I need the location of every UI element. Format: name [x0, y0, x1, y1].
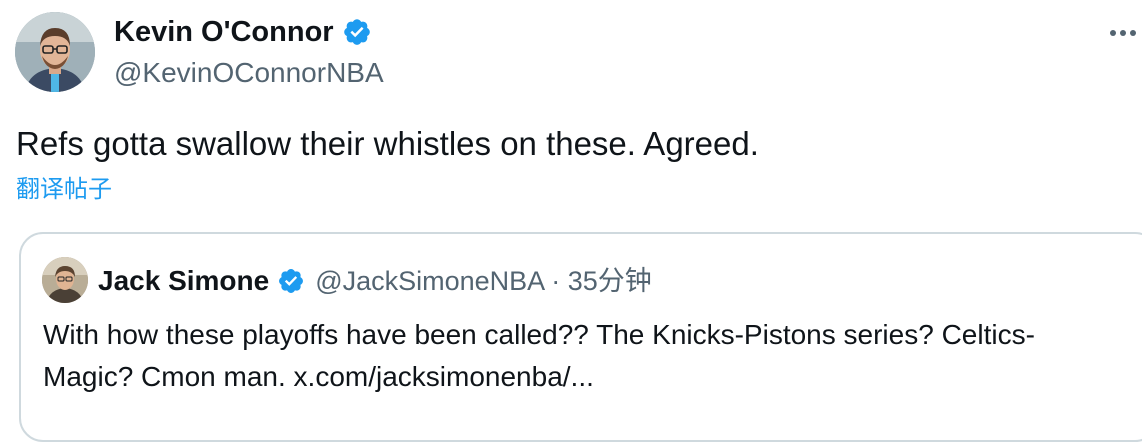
more-dot: [1120, 30, 1126, 36]
tweet-text: Refs gotta swallow their whistles on the…: [16, 125, 759, 162]
translate-post-link[interactable]: 翻译帖子: [16, 174, 112, 206]
author-avatar-image: [15, 12, 95, 92]
author-name-row: Kevin O'Connor: [114, 14, 372, 50]
verified-badge-icon[interactable]: [342, 17, 372, 47]
quoted-tweet-text: With how these playoffs have been called…: [43, 319, 1035, 392]
quoted-author-handle-time[interactable]: @JackSimoneNBA · 35分钟: [315, 263, 652, 299]
more-horizontal-icon[interactable]: [1110, 18, 1142, 48]
author-handle[interactable]: @KevinOConnorNBA: [114, 56, 384, 90]
more-dot: [1110, 30, 1116, 36]
author-avatar[interactable]: [15, 12, 95, 92]
quoted-tweet-header: Jack Simone @JackSimoneNBA · 35分钟: [98, 263, 652, 299]
quoted-author-avatar-image: [42, 257, 88, 303]
verified-badge-icon[interactable]: [277, 267, 305, 295]
quoted-author-avatar[interactable]: [42, 257, 88, 303]
quoted-author-name[interactable]: Jack Simone: [98, 263, 269, 299]
more-dot: [1130, 30, 1136, 36]
author-name[interactable]: Kevin O'Connor: [114, 14, 334, 50]
